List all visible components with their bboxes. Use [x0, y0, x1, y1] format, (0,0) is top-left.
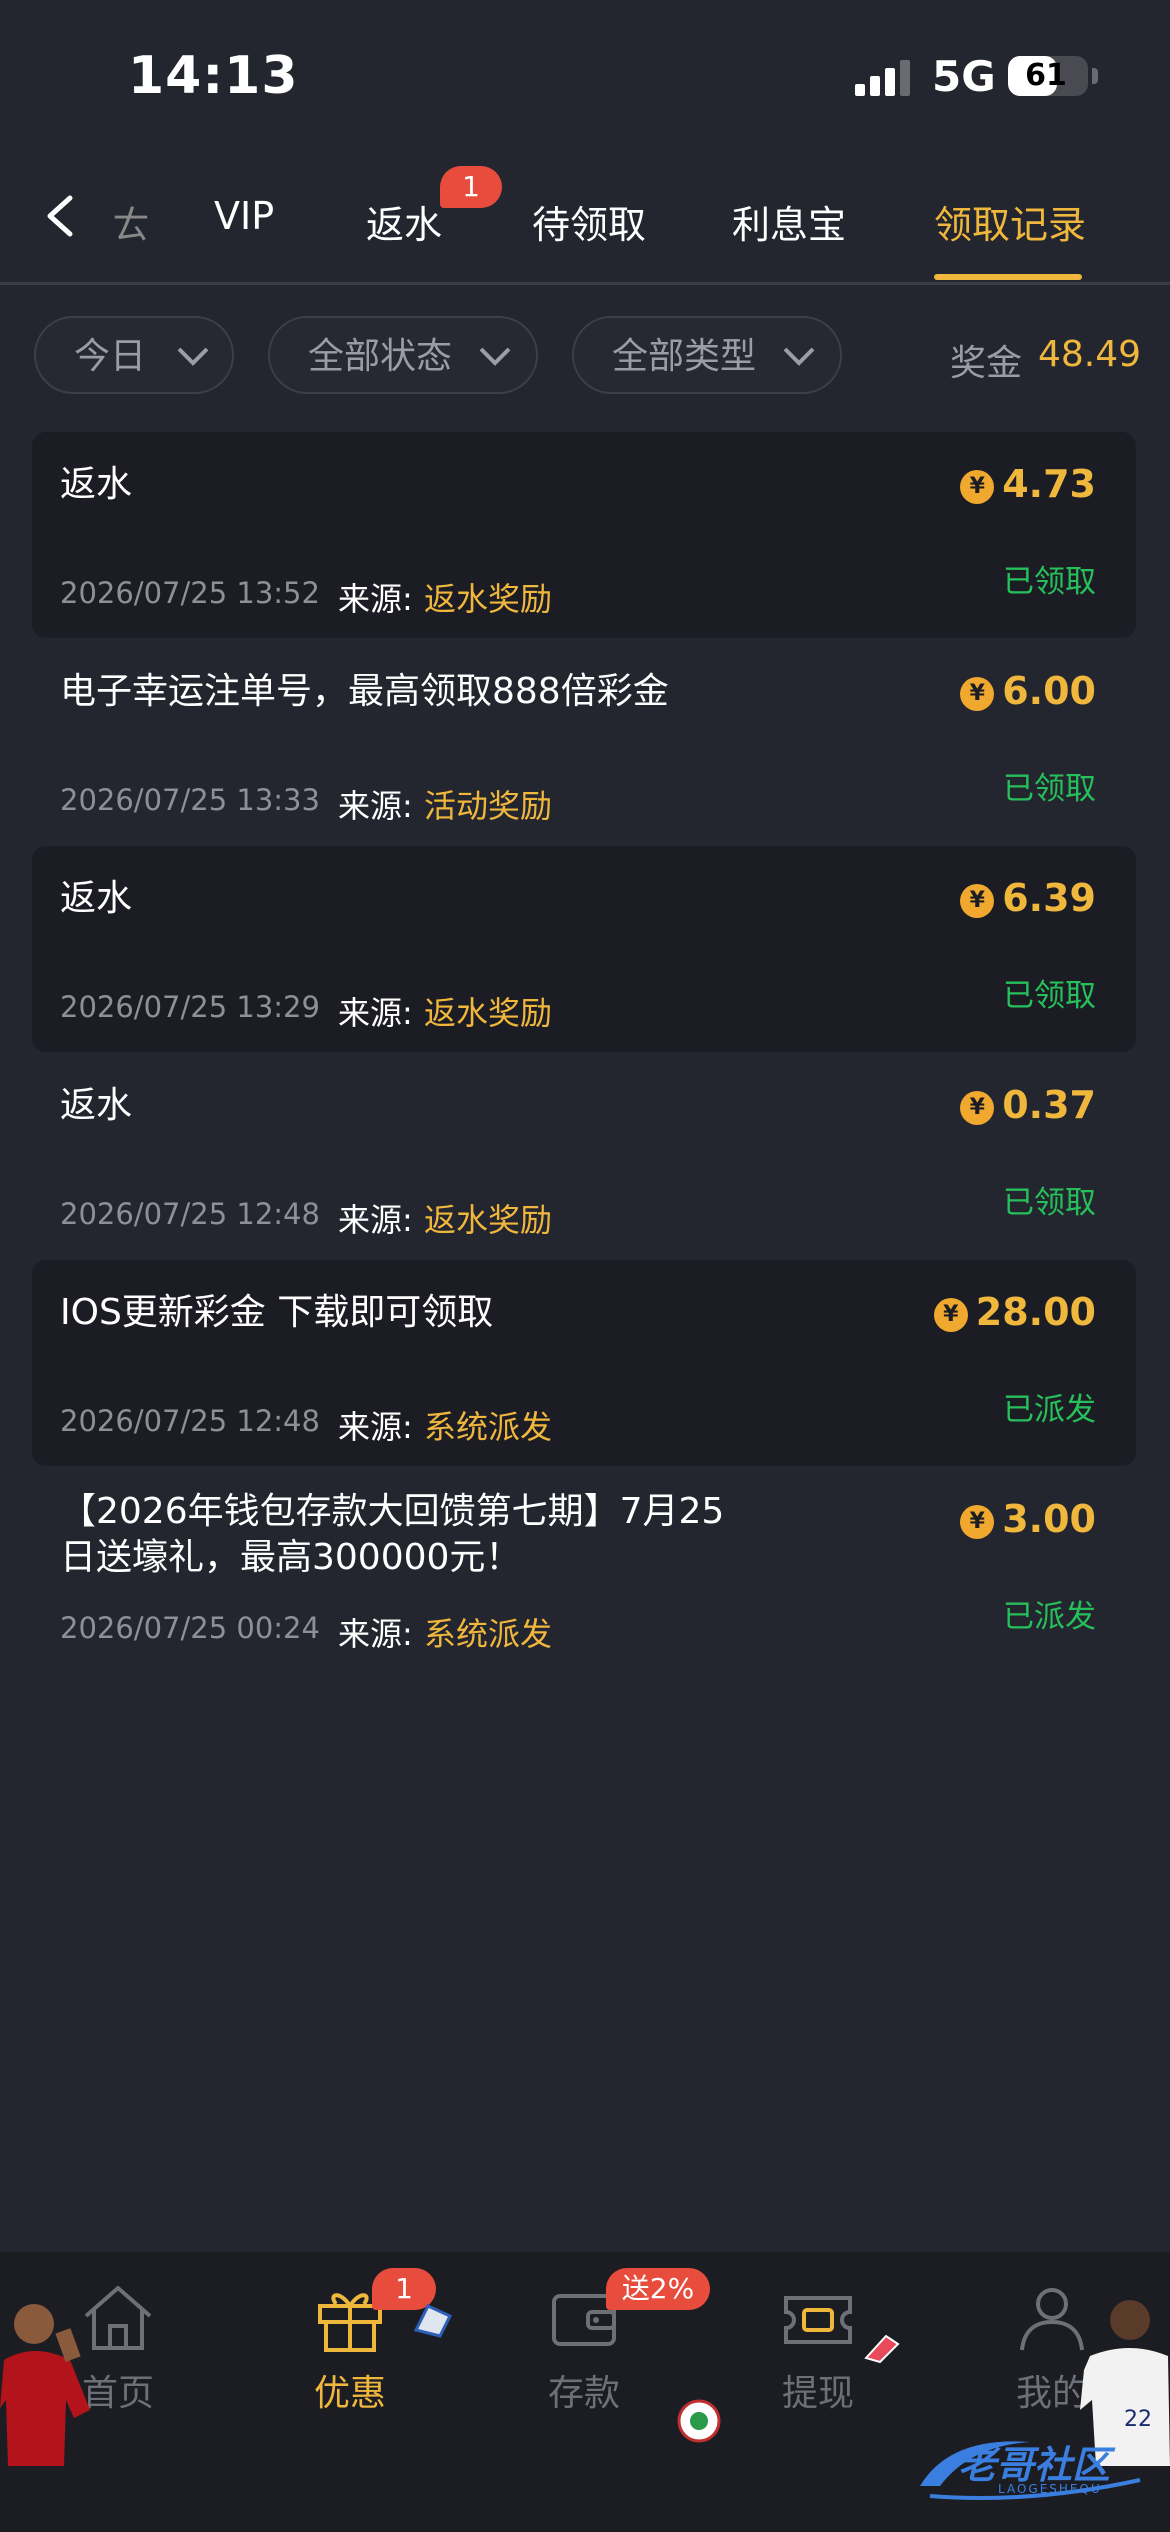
- date-filter-label: 今日: [74, 336, 147, 377]
- record-source-label: 来源:: [338, 1201, 413, 1239]
- record-source: 返水奖励: [424, 994, 553, 1032]
- record-date: 2026/07/25 13:52: [60, 576, 320, 610]
- deposit-bonus-badge: 送2%: [606, 2268, 710, 2310]
- record-status: 已派发: [1003, 1599, 1096, 1635]
- record-amount-value: 3.00: [1002, 1497, 1096, 1541]
- coin-icon: ¥: [960, 470, 995, 504]
- record-source: 活动奖励: [424, 787, 553, 825]
- bonus-total: 48.49: [1038, 334, 1142, 375]
- record-amount: ¥6.39: [960, 876, 1096, 920]
- record-source: 系统派发: [424, 1408, 553, 1446]
- record-title: 电子幸运注单号，最高领取888倍彩金: [60, 671, 669, 712]
- watermark-logo: 老哥社区 LAOGESHEQU: [910, 2426, 1150, 2506]
- record-source-label: 来源:: [338, 1408, 413, 1446]
- record-title: IOS更新彩金 下载即可领取: [60, 1292, 494, 1333]
- record-title-line2: 日送壕礼，最高300000元！: [60, 1537, 522, 1578]
- watermark-subtext: LAOGESHEQU: [998, 2482, 1102, 2496]
- record-amount: ¥3.00: [960, 1497, 1096, 1541]
- status-time: 14:13: [128, 46, 299, 106]
- record-amount-value: 4.73: [1002, 462, 1096, 506]
- shoe-icon: [864, 2334, 900, 2364]
- record-amount-value: 28.00: [975, 1290, 1096, 1334]
- record-status: 已派发: [1003, 1392, 1096, 1428]
- record-title: 返水: [60, 878, 133, 919]
- record-status: 已领取: [1003, 1185, 1096, 1221]
- coin-icon: ¥: [960, 1505, 995, 1539]
- user-icon: [1020, 2288, 1084, 2351]
- record-status: 已领取: [1003, 564, 1096, 600]
- battery-icon: 61: [1008, 56, 1088, 96]
- record-amount-value: 6.00: [1002, 669, 1096, 713]
- record-amount: ¥0.37: [960, 1083, 1096, 1127]
- status-bar: 14:13 5G 61: [0, 0, 1170, 150]
- record-status: 已领取: [1003, 771, 1096, 807]
- chevron-down-icon: [783, 347, 815, 366]
- bonus-label: 奖金: [950, 343, 1023, 384]
- record-amount: ¥6.00: [960, 669, 1096, 713]
- nav-withdraw-label: 提现: [781, 2373, 854, 2414]
- coin-icon: ¥: [960, 677, 995, 711]
- record-item: IOS更新彩金 下载即可领取 ¥28.00 已派发 2026/07/25 12:…: [32, 1260, 1136, 1466]
- record-title: 返水: [60, 464, 133, 505]
- date-filter[interactable]: 今日: [34, 316, 234, 394]
- record-amount: ¥28.00: [933, 1290, 1096, 1334]
- chevron-down-icon: [479, 347, 511, 366]
- record-amount-value: 6.39: [1002, 876, 1096, 920]
- tab-interest[interactable]: 利息宝: [732, 194, 846, 249]
- record-date: 2026/07/25 13:29: [60, 990, 320, 1024]
- tab-claim-records[interactable]: 领取记录: [934, 194, 1086, 249]
- battery-tip: [1092, 68, 1098, 84]
- active-tab-indicator: [934, 274, 1082, 280]
- record-source-label: 来源:: [338, 1615, 413, 1653]
- coin-icon: ¥: [960, 884, 995, 918]
- glove-icon: [413, 2304, 453, 2338]
- watermark-text: 老哥社区: [958, 2443, 1111, 2487]
- record-item: 返水 ¥6.39 已领取 2026/07/25 13:29 来源: 返水奖励: [32, 846, 1136, 1052]
- tab-partial[interactable]: ㄊ: [112, 194, 150, 249]
- player-left-image: [0, 2304, 90, 2466]
- signal-icon: [855, 60, 910, 96]
- tab-vip[interactable]: VIP: [214, 194, 274, 238]
- tab-pending[interactable]: 待领取: [532, 194, 646, 249]
- record-title: 【2026年钱包存款大回馈第七期】7月25 日送壕礼，最高300000元！: [60, 1489, 760, 1581]
- record-source: 系统派发: [424, 1615, 553, 1653]
- status-filter[interactable]: 全部状态: [268, 316, 538, 394]
- nav-promotions-label: 优惠: [313, 2373, 386, 2414]
- record-source: 返水奖励: [424, 1201, 553, 1239]
- record-title-line1: 【2026年钱包存款大回馈第七期】7月25: [60, 1491, 725, 1532]
- type-filter[interactable]: 全部类型: [572, 316, 842, 394]
- coin-icon: ¥: [933, 1298, 968, 1332]
- record-date: 2026/07/25 12:48: [60, 1197, 320, 1231]
- nav-deposit-label: 存款: [547, 2373, 620, 2414]
- back-arrow-icon[interactable]: [40, 192, 80, 240]
- chevron-down-icon: [177, 347, 209, 366]
- record-item: 【2026年钱包存款大回馈第七期】7月25 日送壕礼，最高300000元！ ¥3…: [32, 1467, 1136, 1673]
- record-item: 返水 ¥4.73 已领取 2026/07/25 13:52 来源: 返水奖励: [32, 432, 1136, 638]
- record-date: 2026/07/25 13:33: [60, 783, 320, 817]
- record-source: 返水奖励: [424, 580, 553, 618]
- rebate-badge: 1: [440, 166, 502, 208]
- record-status: 已领取: [1003, 978, 1096, 1014]
- type-filter-label: 全部类型: [612, 336, 757, 377]
- record-source-label: 来源:: [338, 787, 413, 825]
- tab-bar: ㄊ VIP 返水 待领取 利息宝 领取记录: [0, 150, 1170, 285]
- record-title: 返水: [60, 1085, 133, 1126]
- status-filter-label: 全部状态: [308, 336, 453, 377]
- record-amount: ¥4.73: [960, 462, 1096, 506]
- football-icon: [677, 2399, 721, 2443]
- record-date: 2026/07/25 00:24: [60, 1611, 320, 1645]
- record-date: 2026/07/25 12:48: [60, 1404, 320, 1438]
- record-item: 返水 ¥0.37 已领取 2026/07/25 12:48 来源: 返水奖励: [32, 1053, 1136, 1259]
- record-item: 电子幸运注单号，最高领取888倍彩金 ¥6.00 已领取 2026/07/25 …: [32, 639, 1136, 845]
- coin-icon: ¥: [960, 1091, 995, 1125]
- tab-rebate[interactable]: 返水: [366, 194, 442, 249]
- withdraw-icon: [784, 2296, 852, 2344]
- battery-level: 61: [1025, 58, 1067, 93]
- network-label: 5G: [932, 52, 996, 101]
- record-source-label: 来源:: [338, 994, 413, 1032]
- record-amount-value: 0.37: [1002, 1083, 1096, 1127]
- record-source-label: 来源:: [338, 580, 413, 618]
